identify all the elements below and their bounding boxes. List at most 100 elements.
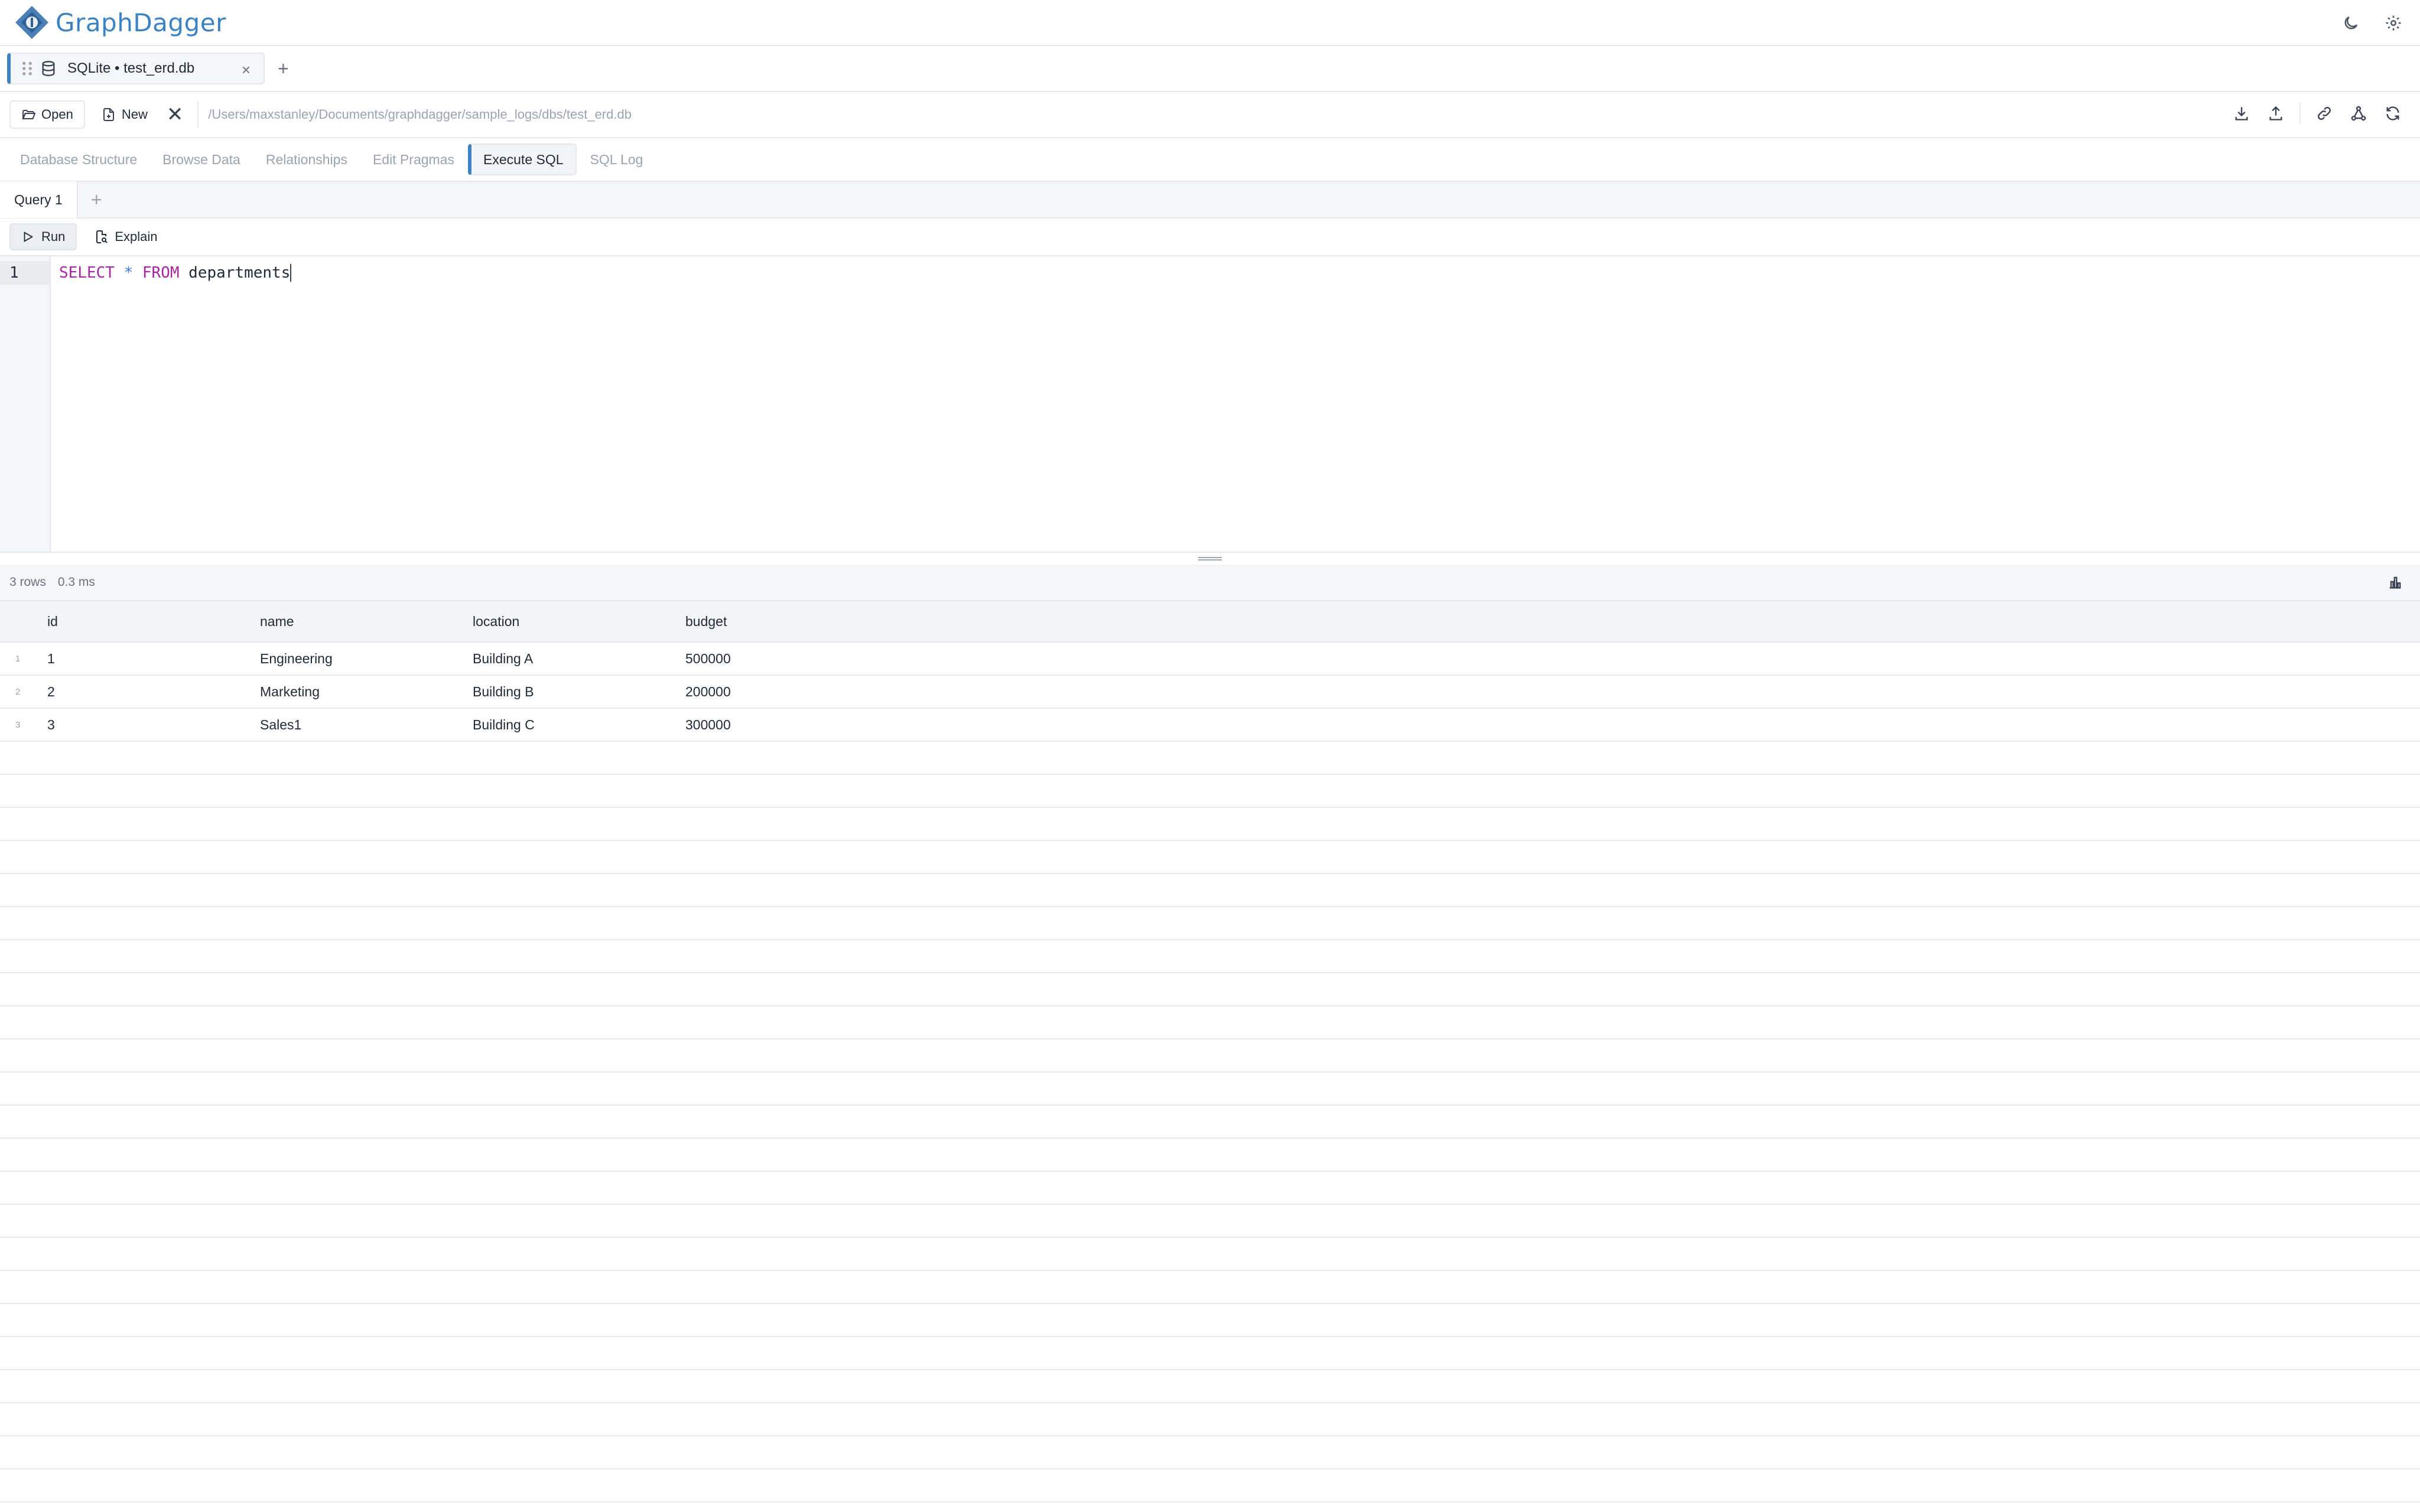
results-header-row: id name location budget — [0, 601, 2420, 643]
empty-row — [0, 1172, 2420, 1205]
drag-handle-icon[interactable] — [20, 60, 34, 77]
operator-star: * — [123, 264, 134, 282]
table-row[interactable]: 1 1 Engineering Building A 500000 — [0, 643, 2420, 676]
empty-row — [0, 841, 2420, 874]
new-button[interactable]: New — [91, 100, 158, 129]
results-status-bar: 3 rows 0.3 ms — [0, 565, 2420, 601]
cell-id[interactable]: 2 — [47, 684, 260, 700]
empty-row — [0, 1337, 2420, 1370]
cell-budget[interactable]: 500000 — [685, 651, 898, 667]
empty-row — [0, 1106, 2420, 1139]
tab-execute-sql[interactable]: Execute SQL — [468, 144, 577, 175]
row-number: 1 — [15, 653, 21, 664]
app-name: GraphDagger — [56, 8, 226, 37]
open-button[interactable]: Open — [9, 100, 85, 129]
tab-sql-log[interactable]: SQL Log — [578, 144, 655, 175]
toolbar-right-divider — [2299, 103, 2301, 124]
close-database-button[interactable]: ✕ — [161, 100, 190, 129]
cell-location[interactable]: Building A — [473, 651, 685, 667]
add-connection-tab-button[interactable]: + — [278, 58, 289, 80]
column-header-id[interactable]: id — [47, 614, 260, 630]
download-icon — [2235, 107, 2248, 120]
resize-grip-icon — [1198, 557, 1222, 561]
query-tab[interactable]: Query 1 — [0, 181, 78, 218]
line-number: 1 — [0, 261, 50, 285]
cell-budget[interactable]: 200000 — [685, 684, 898, 700]
export-button[interactable] — [2265, 103, 2286, 124]
results-grid: id name location budget 1 1 Engineering … — [0, 601, 2420, 1512]
open-button-label: Open — [41, 107, 73, 122]
cell-budget[interactable]: 300000 — [685, 717, 898, 733]
explain-button[interactable]: Explain — [86, 223, 165, 250]
cell-id[interactable]: 1 — [47, 651, 260, 667]
empty-row — [0, 1040, 2420, 1073]
tab-edit-pragmas[interactable]: Edit Pragmas — [361, 144, 466, 175]
row-number: 2 — [15, 686, 21, 697]
panel-resize-handle[interactable] — [0, 553, 2420, 565]
link-button[interactable] — [2314, 103, 2335, 124]
column-header-budget[interactable]: budget — [685, 614, 898, 630]
settings-button[interactable] — [2381, 11, 2406, 35]
connection-tab-bar: SQLite • test_erd.db × + — [0, 46, 2420, 92]
link-icon — [2318, 107, 2331, 120]
table-row[interactable]: 3 3 Sales1 Building C 300000 — [0, 709, 2420, 742]
new-button-label: New — [121, 107, 148, 122]
folder-open-icon — [22, 110, 35, 119]
moon-icon — [2344, 16, 2358, 30]
keyword-from: FROM — [142, 264, 180, 282]
empty-row — [0, 1205, 2420, 1238]
theme-toggle-button[interactable] — [2338, 11, 2363, 35]
graphdagger-logo-icon — [15, 6, 48, 39]
query-tab-bar: Query 1 + — [0, 181, 2420, 219]
connection-tab[interactable]: SQLite • test_erd.db × — [7, 53, 265, 84]
empty-row — [0, 1006, 2420, 1040]
bar-chart-icon — [2389, 576, 2401, 589]
import-button[interactable] — [2231, 103, 2252, 124]
empty-row — [0, 1271, 2420, 1304]
refresh-button[interactable] — [2382, 103, 2403, 124]
cell-location[interactable]: Building B — [473, 684, 685, 700]
empty-row — [0, 973, 2420, 1006]
upload-icon — [2269, 106, 2282, 120]
tab-browse-data[interactable]: Browse Data — [151, 144, 252, 175]
empty-row — [0, 808, 2420, 841]
cell-id[interactable]: 3 — [47, 717, 260, 733]
run-button-label: Run — [41, 229, 66, 244]
row-count: 3 rows — [9, 575, 46, 589]
empty-row — [0, 1469, 2420, 1503]
empty-row — [0, 940, 2420, 973]
sql-editor[interactable]: 1 SELECT * FROM departments — [0, 256, 2420, 553]
empty-row — [0, 742, 2420, 775]
graph-nodes-icon — [2351, 106, 2366, 121]
empty-row — [0, 775, 2420, 808]
title-bar: GraphDagger — [0, 0, 2420, 46]
file-toolbar: Open New ✕ /Users/maxstanley/Documents/g… — [0, 92, 2420, 138]
chart-view-button[interactable] — [2387, 574, 2405, 592]
add-query-tab-button[interactable]: + — [91, 189, 102, 211]
close-connection-tab-icon[interactable]: × — [242, 61, 251, 79]
empty-row — [0, 874, 2420, 907]
gear-icon — [2386, 15, 2401, 31]
empty-row — [0, 907, 2420, 940]
code-line[interactable]: SELECT * FROM departments — [59, 261, 292, 285]
explain-file-icon — [96, 230, 108, 243]
column-header-location[interactable]: location — [473, 614, 685, 630]
table-row[interactable]: 2 2 Marketing Building B 200000 — [0, 676, 2420, 709]
play-icon — [24, 232, 34, 242]
run-button[interactable]: Run — [9, 223, 77, 250]
cell-name[interactable]: Engineering — [260, 651, 473, 667]
empty-row — [0, 1370, 2420, 1403]
cell-name[interactable]: Sales1 — [260, 717, 473, 733]
refresh-icon — [2386, 106, 2399, 120]
elapsed-time: 0.3 ms — [57, 575, 95, 589]
toolbar-divider — [197, 102, 199, 128]
column-header-name[interactable]: name — [260, 614, 473, 630]
tab-relationships[interactable]: Relationships — [254, 144, 359, 175]
cell-location[interactable]: Building C — [473, 717, 685, 733]
graph-button[interactable] — [2348, 103, 2369, 124]
database-icon — [42, 61, 55, 76]
database-path: /Users/maxstanley/Documents/graphdagger/… — [208, 107, 632, 122]
cell-name[interactable]: Marketing — [260, 684, 473, 700]
tab-database-structure[interactable]: Database Structure — [8, 144, 149, 175]
table-identifier: departments — [188, 264, 292, 282]
